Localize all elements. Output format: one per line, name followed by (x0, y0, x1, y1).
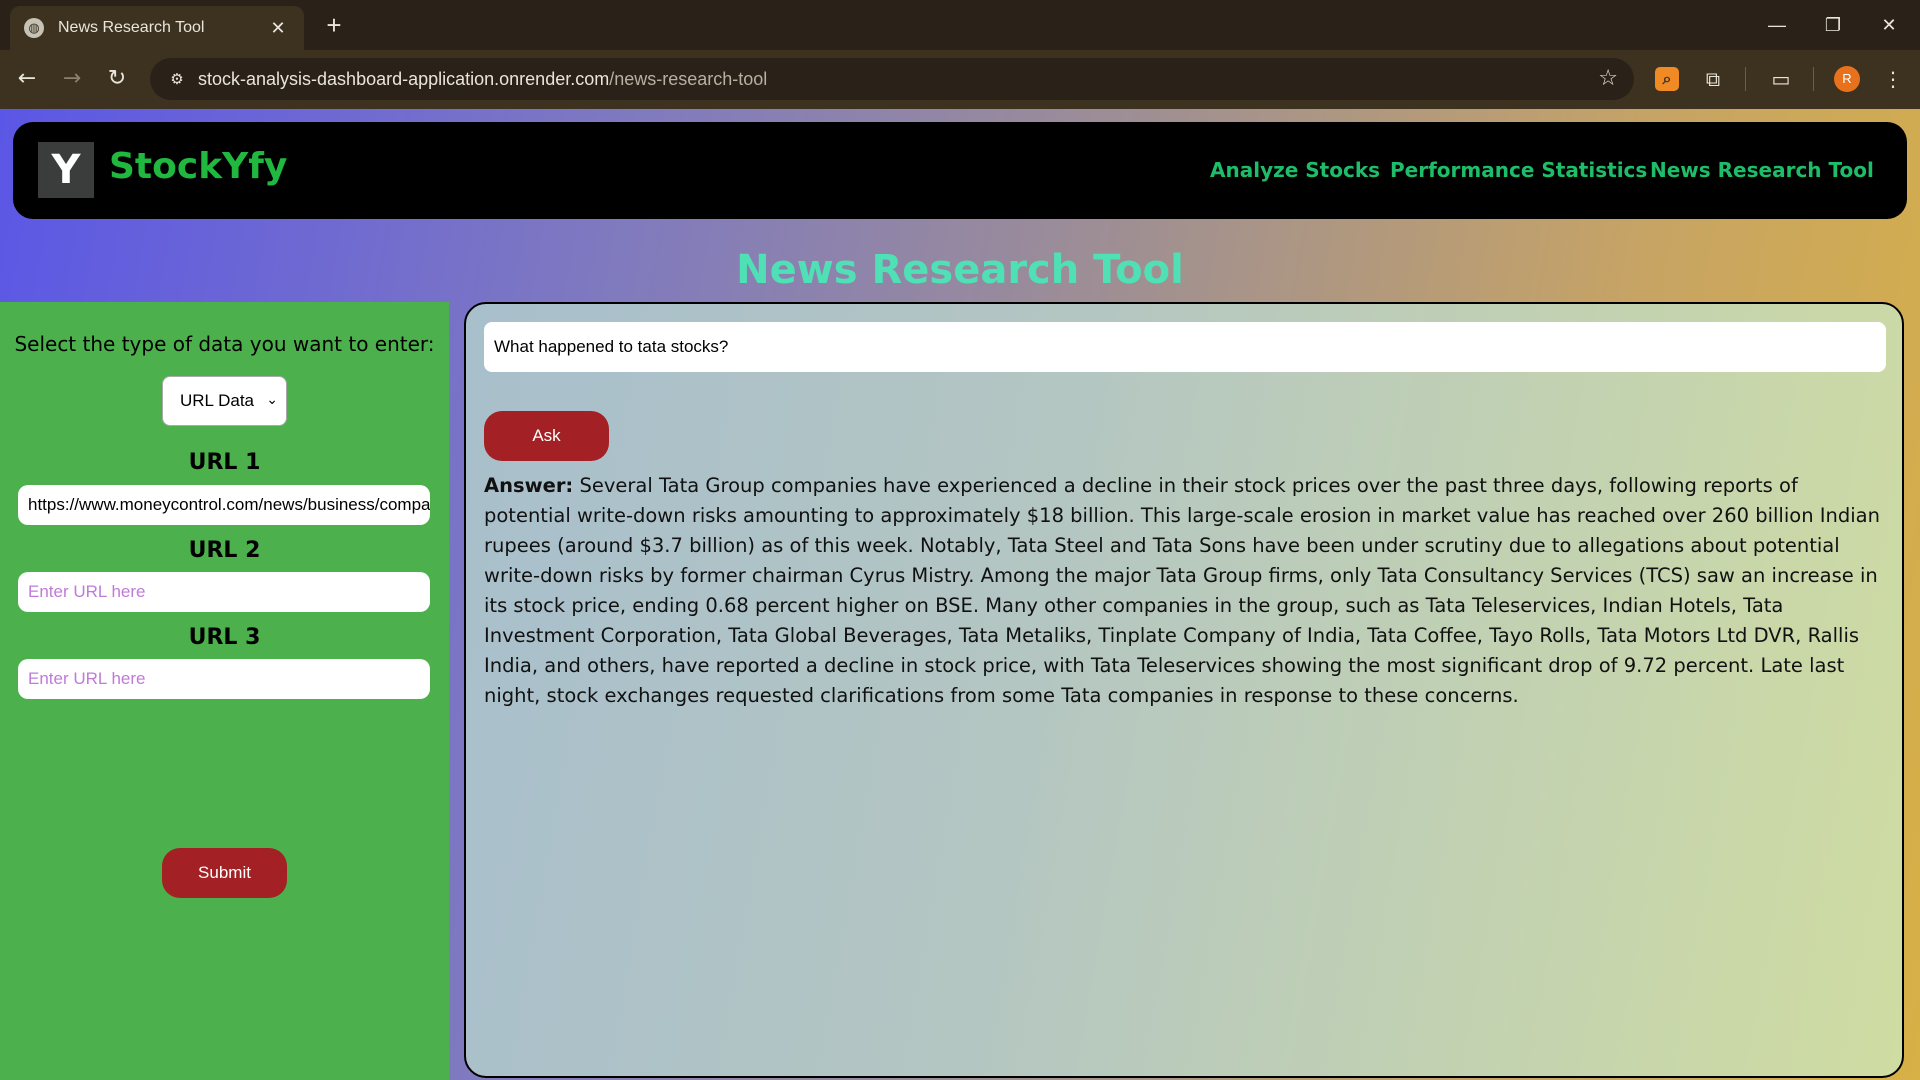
nav-news-research-tool[interactable]: News Research Tool (1650, 158, 1874, 182)
window-close-button[interactable]: ✕ (1864, 8, 1914, 42)
new-tab-button[interactable]: + (318, 10, 350, 42)
page-title: News Research Tool (736, 247, 1184, 293)
answer-label: Answer: (484, 474, 574, 497)
logo-icon[interactable]: Y (38, 142, 94, 198)
url-2-input[interactable]: Enter URL here (18, 572, 430, 612)
globe-icon: ◍ (24, 18, 44, 38)
page-body: Y StockYfy Analyze Stocks Performance St… (0, 109, 1920, 1080)
top-navbar: Y StockYfy Analyze Stocks Performance St… (13, 122, 1907, 219)
menu-kebab-icon[interactable]: ⋮ (1878, 64, 1908, 94)
answer-body: Several Tata Group companies have experi… (484, 474, 1880, 707)
browser-tabstrip: ◍ News Research Tool ✕ + — ❐ ✕ (0, 0, 1920, 50)
data-type-select[interactable]: URL Data ⌄ (162, 376, 287, 426)
address-url: stock-analysis-dashboard-application.onr… (198, 69, 767, 90)
forward-icon[interactable]: → (55, 62, 89, 96)
data-type-selected: URL Data (180, 391, 255, 410)
data-type-prompt: Select the type of data you want to ente… (14, 332, 435, 356)
answer-text: Answer: Several Tata Group companies hav… (484, 471, 1889, 711)
nav-performance-statistics[interactable]: Performance Statistics (1390, 158, 1647, 182)
bookmark-star-icon[interactable]: ☆ (1598, 66, 1618, 91)
sidebar: Select the type of data you want to ente… (0, 302, 449, 1080)
profile-avatar[interactable]: R (1834, 66, 1860, 92)
url-2-label: URL 2 (188, 538, 261, 563)
url-3-label: URL 3 (188, 625, 261, 650)
toolbar-divider (1745, 67, 1746, 91)
url-1-label: URL 1 (188, 450, 261, 475)
tab-close-icon[interactable]: ✕ (266, 18, 290, 39)
browser-toolbar: ← → ↻ ⚙ stock-analysis-dashboard-applica… (0, 50, 1920, 109)
toolbar-divider (1813, 67, 1814, 91)
extensions-puzzle-icon[interactable]: ⧉ (1698, 64, 1728, 94)
question-input[interactable]: What happened to tata stocks? (484, 322, 1886, 372)
reload-icon[interactable]: ↻ (100, 62, 134, 96)
back-icon[interactable]: ← (10, 62, 44, 96)
restore-button[interactable]: ❐ (1808, 8, 1858, 42)
search-extension-icon[interactable]: ⌕ (1655, 67, 1679, 91)
minimize-button[interactable]: — (1752, 8, 1802, 42)
url-1-input[interactable]: https://www.moneycontrol.com/news/busine… (18, 485, 430, 525)
submit-button[interactable]: Submit (162, 848, 287, 898)
url-path: /news-research-tool (609, 68, 768, 89)
browser-tab[interactable]: ◍ News Research Tool ✕ (10, 6, 304, 50)
chevron-down-icon: ⌄ (266, 391, 278, 407)
url-3-input[interactable]: Enter URL here (18, 659, 430, 699)
address-bar[interactable]: ⚙ stock-analysis-dashboard-application.o… (150, 58, 1634, 100)
brand-name[interactable]: StockYfy (109, 146, 287, 187)
nav-analyze-stocks[interactable]: Analyze Stocks (1210, 158, 1380, 182)
research-panel: What happened to tata stocks? Ask Answer… (464, 302, 1904, 1078)
url-host: stock-analysis-dashboard-application.onr… (198, 68, 610, 89)
site-info-icon[interactable]: ⚙ (156, 70, 198, 88)
media-controls-icon[interactable]: ▭ (1766, 64, 1796, 94)
ask-button[interactable]: Ask (484, 411, 609, 461)
tab-title: News Research Tool (58, 19, 205, 36)
